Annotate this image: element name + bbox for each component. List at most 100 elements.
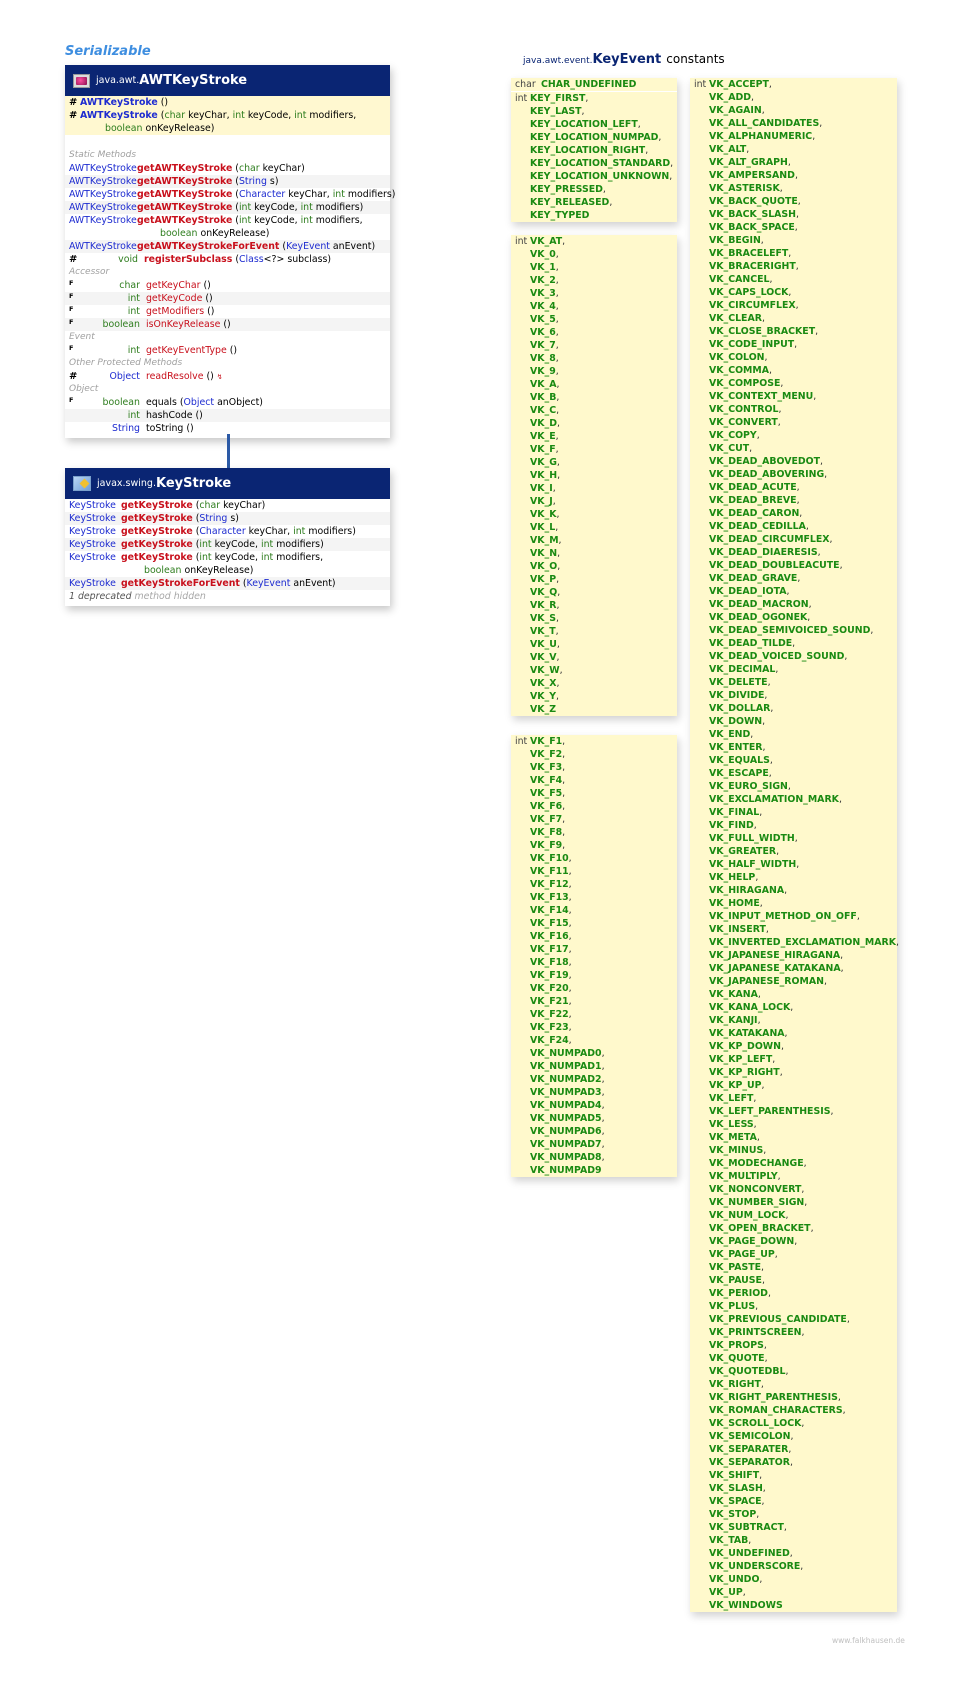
constant-row[interactable]: VK_CLEAR, [690,312,897,325]
method-row[interactable]: AWTKeyStroke getAWTKeyStroke (String s) [65,175,390,188]
constant-row[interactable]: VK_DEAD_TILDE, [690,637,897,650]
constant-row[interactable]: VK_NUMPAD3, [511,1086,677,1099]
constant-name[interactable]: KEY_LOCATION_LEFT [530,119,638,130]
constant-row[interactable]: VK_Z [511,703,677,716]
constant-row[interactable]: VK_KANA, [690,988,897,1001]
constant-name[interactable]: KEY_LOCATION_RIGHT [530,145,645,156]
method-row[interactable]: KeyStroke getKeyStroke (Character keyCha… [65,525,390,538]
constant-row[interactable]: KEY_LOCATION_NUMPAD, [511,131,677,144]
constant-name[interactable]: VK_R [530,600,556,611]
constant-row[interactable]: VK_H, [511,469,677,482]
constant-row[interactable]: VK_DEAD_SEMIVOICED_SOUND, [690,624,897,637]
constant-name[interactable]: VK_DELETE [709,677,768,688]
constant-row[interactable]: VK_COMMA, [690,364,897,377]
constant-row[interactable]: VK_F10, [511,852,677,865]
constant-row[interactable]: VK_COPY, [690,429,897,442]
constant-name[interactable]: VK_DEAD_GRAVE [709,573,797,584]
constant-row[interactable]: VK_C, [511,404,677,417]
constant-name[interactable]: VK_ASTERISK [709,183,780,194]
constant-row[interactable]: VK_BRACERIGHT, [690,260,897,273]
constant-row[interactable]: VK_DEAD_ACUTE, [690,481,897,494]
constant-name[interactable]: VK_U [530,639,557,650]
constant-name[interactable]: VK_E [530,431,556,442]
constant-name[interactable]: VK_F19 [530,970,569,981]
constant-row[interactable]: VK_DEAD_BREVE, [690,494,897,507]
method-row[interactable]: AWTKeyStroke getAWTKeyStroke (Character … [65,188,395,201]
constant-name[interactable]: VK_DOWN [709,716,762,727]
constant-name[interactable]: VK_UP [709,1587,743,1598]
constant-row[interactable]: VK_F12, [511,878,677,891]
constant-name[interactable]: VK_ADD [709,92,751,103]
constant-row[interactable]: VK_JAPANESE_HIRAGANA, [690,949,897,962]
class-header[interactable]: java.awt. AWTKeyStroke [65,65,390,96]
constant-row[interactable]: KEY_LOCATION_LEFT, [511,118,677,131]
constant-name[interactable]: KEY_FIRST [530,93,585,104]
constant-name[interactable]: VK_FULL_WIDTH [709,833,795,844]
constant-name[interactable]: VK_V [530,652,556,663]
method-row[interactable]: Fint getModifiers () [65,305,390,318]
constant-row[interactable]: VK_TAB, [690,1534,897,1547]
constant-name[interactable]: VK_L [530,522,555,533]
method-name[interactable]: getKeyCode [146,293,202,304]
constant-name[interactable]: VK_CIRCUMFLEX [709,300,796,311]
constant-name[interactable]: VK_SUBTRACT [709,1522,784,1533]
constant-name[interactable]: VK_SLASH [709,1483,763,1494]
constant-row[interactable]: VK_DEAD_ABOVERING, [690,468,897,481]
constant-name[interactable]: VK_META [709,1132,757,1143]
constant-name[interactable]: VK_ALT [709,144,746,155]
constant-name[interactable]: VK_BEGIN [709,235,761,246]
constant-name[interactable]: VK_7 [530,340,556,351]
constant-row[interactable]: VK_8, [511,352,677,365]
constant-row[interactable]: VK_F16, [511,930,677,943]
constant-row[interactable]: VK_F9, [511,839,677,852]
constant-name[interactable]: VK_NUMPAD7 [530,1139,602,1150]
constant-row[interactable]: VK_NUMPAD6, [511,1125,677,1138]
constant-name[interactable]: VK_KP_DOWN [709,1041,781,1052]
method-name[interactable]: getKeyChar [146,280,200,291]
constant-row[interactable]: VK_ROMAN_CHARACTERS, [690,1404,897,1417]
constant-name[interactable]: VK_O [530,561,557,572]
method-name[interactable]: hashCode [146,410,193,421]
constant-name[interactable]: VK_QUOTE [709,1353,765,1364]
constant-name[interactable]: VK_PREVIOUS_CANDIDATE [709,1314,847,1325]
constructor-row[interactable]: # AWTKeyStroke () [65,96,390,109]
constant-name[interactable]: VK_SPACE [709,1496,762,1507]
constant-name[interactable]: VK_NUMPAD5 [530,1113,602,1124]
constant-row[interactable]: VK_SCROLL_LOCK, [690,1417,897,1430]
constant-row[interactable]: VK_PAUSE, [690,1274,897,1287]
method-row[interactable]: # Object readResolve () ↯ [65,370,390,383]
constant-name[interactable]: VK_WINDOWS [709,1600,783,1611]
constant-name[interactable]: VK_F5 [530,788,562,799]
constant-name[interactable]: VK_F21 [530,996,569,1007]
constant-name[interactable]: VK_ROMAN_CHARACTERS [709,1405,843,1416]
constant-name[interactable]: KEY_LOCATION_NUMPAD [530,132,658,143]
constant-name[interactable]: VK_DEAD_SEMIVOICED_SOUND [709,625,870,636]
constant-row[interactable]: char CHAR_UNDEFINED [511,78,677,92]
constant-name[interactable]: VK_PRINTSCREEN [709,1327,802,1338]
constant-row[interactable]: VK_SHIFT, [690,1469,897,1482]
constant-name[interactable]: KEY_LAST [530,106,582,117]
constant-row[interactable]: VK_DEAD_MACRON, [690,598,897,611]
method-name[interactable]: getKeyStroke [121,526,193,537]
constant-row[interactable]: VK_INPUT_METHOD_ON_OFF, [690,910,897,923]
constant-row[interactable]: KEY_PRESSED, [511,183,677,196]
constant-name[interactable]: VK_DEAD_OGONEK [709,612,807,623]
constant-row[interactable]: VK_HOME, [690,897,897,910]
constant-name[interactable]: VK_C [530,405,556,416]
constant-row[interactable]: VK_NUMPAD9 [511,1164,677,1177]
constant-name[interactable]: VK_DEAD_CEDILLA [709,521,806,532]
constant-row[interactable]: VK_MULTIPLY, [690,1170,897,1183]
constant-row[interactable]: VK_F14, [511,904,677,917]
constant-row[interactable]: VK_MINUS, [690,1144,897,1157]
constant-name[interactable]: VK_F11 [530,866,569,877]
constant-row[interactable]: VK_PLUS, [690,1300,897,1313]
constant-row[interactable]: VK_KP_UP, [690,1079,897,1092]
constant-row[interactable]: VK_9, [511,365,677,378]
constant-name[interactable]: VK_KANA_LOCK [709,1002,790,1013]
method-name[interactable]: getAWTKeyStrokeForEvent [137,241,279,252]
constant-row[interactable]: VK_DOWN, [690,715,897,728]
constant-name[interactable]: VK_PASTE [709,1262,761,1273]
constant-row[interactable]: VK_EURO_SIGN, [690,780,897,793]
method-row[interactable]: # void registerSubclass (Class<?> subclas… [65,253,390,266]
constant-name[interactable]: VK_W [530,665,560,676]
